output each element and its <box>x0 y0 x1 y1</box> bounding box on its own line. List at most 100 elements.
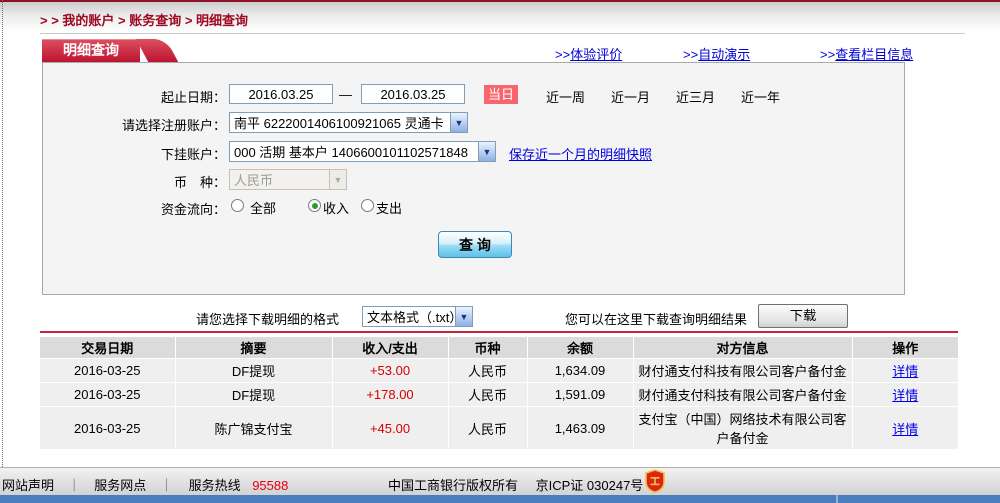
cell-counterparty: 支付宝（中国）网络技术有限公司客户备付金 <box>633 407 852 450</box>
tab-detail-query[interactable]: 明细查询 <box>42 39 140 62</box>
sub-account-value: 000 活期 基本户 1406600101102571848 <box>230 142 478 161</box>
footer-copyright: 中国工商银行版权所有 <box>388 478 518 493</box>
chevron-down-icon: ▼ <box>329 170 346 189</box>
cell-counterparty: 财付通支付科技有限公司客户备付金 <box>633 383 852 407</box>
radio-flow-income-label[interactable]: 收入 <box>323 198 349 217</box>
cell-date: 2016-03-25 <box>40 407 175 450</box>
registered-account-value: 南平 6222001406100921065 灵通卡 <box>230 113 450 132</box>
download-format-value: 文本格式（.txt） <box>363 307 455 326</box>
cell-currency: 人民币 <box>448 383 527 407</box>
detail-link[interactable]: 详情 <box>892 364 918 379</box>
header-balance: 余额 <box>527 337 633 359</box>
sub-account-select[interactable]: 000 活期 基本户 1406600101102571848 ▼ <box>229 141 496 162</box>
transactions-table: 交易日期 摘要 收入/支出 币种 余额 对方信息 操作 2016-03-25 D… <box>40 337 958 450</box>
header-date: 交易日期 <box>40 337 175 359</box>
currency-label: 币 种： <box>61 172 226 191</box>
download-button[interactable]: 下载 <box>758 304 848 328</box>
header-counterparty: 对方信息 <box>633 337 852 359</box>
link-prefix: >> <box>555 47 570 62</box>
footer-separator: ｜ <box>160 478 173 493</box>
cell-amount: +178.00 <box>332 383 448 407</box>
quick-range-today-selected[interactable]: 当日 <box>484 85 518 104</box>
table-row: 2016-03-25 DF提现 +53.00 人民币 1,634.09 财付通支… <box>40 359 958 383</box>
header-summary: 摘要 <box>175 337 332 359</box>
query-button[interactable]: 查 询 <box>438 231 512 258</box>
cell-balance: 1,463.09 <box>527 407 633 450</box>
download-format-select[interactable]: 文本格式（.txt） ▼ <box>362 306 473 327</box>
tab-label: 明细查询 <box>63 42 119 58</box>
cell-amount: +53.00 <box>332 359 448 383</box>
cell-currency: 人民币 <box>448 407 527 450</box>
link-auto-demo[interactable]: >>自动演示 <box>683 44 750 63</box>
footer-service-outlets-link[interactable]: 服务网点 <box>94 478 146 493</box>
query-form-panel: 起止日期： — 当日 近一周 近一月 近三月 近一年 请选择注册账户： 南平 6… <box>42 62 905 295</box>
cell-action: 详情 <box>852 407 958 450</box>
footer-hotline-label: 服务热线 <box>189 478 241 493</box>
registered-account-label: 请选择注册账户： <box>61 115 226 134</box>
table-row: 2016-03-25 DF提现 +178.00 人民币 1,591.09 财付通… <box>40 383 958 407</box>
radio-flow-expense-label[interactable]: 支出 <box>376 198 402 217</box>
radio-flow-all[interactable] <box>231 199 244 212</box>
radio-flow-income-checked[interactable] <box>308 199 321 212</box>
cell-balance: 1,591.09 <box>527 383 633 407</box>
link-label: 查看栏目信息 <box>835 47 913 62</box>
footer-hotline-number: 95588 <box>252 478 288 493</box>
date-separator: — <box>339 87 352 102</box>
footer-left-links: 网站声明 ｜ 服务网点 ｜ 服务热线 95588 <box>2 475 288 494</box>
link-label: 自动演示 <box>698 47 750 62</box>
footer-icp-number: 京ICP证 030247号 <box>536 478 644 493</box>
download-hint: 您可以在这里下载查询明细结果 <box>565 309 747 328</box>
registered-account-select[interactable]: 南平 6222001406100921065 灵通卡 ▼ <box>229 112 468 133</box>
detail-link[interactable]: 详情 <box>892 388 918 403</box>
link-label: 体验评价 <box>570 47 622 62</box>
footer: 网站声明 ｜ 服务网点 ｜ 服务热线 95588 中国工商银行版权所有 京ICP… <box>0 467 1000 495</box>
tab-tail-shape <box>136 39 178 62</box>
chevron-down-icon: ▼ <box>450 113 467 132</box>
header-amount: 收入/支出 <box>332 337 448 359</box>
breadcrumb[interactable]: > > 我的账户 > 账务查询 > 明细查询 <box>40 10 248 29</box>
footer-separator: ｜ <box>68 478 81 493</box>
currency-value: 人民币 <box>230 170 329 189</box>
date-to-input[interactable] <box>361 84 465 104</box>
breadcrumb-divider <box>40 33 965 34</box>
cell-summary: 陈广锦支付宝 <box>175 407 332 450</box>
sub-account-label: 下挂账户： <box>61 144 226 163</box>
cell-summary: DF提现 <box>175 359 332 383</box>
cell-counterparty: 财付通支付科技有限公司客户备付金 <box>633 359 852 383</box>
bottom-bar-divider <box>836 495 838 503</box>
cell-action: 详情 <box>852 383 958 407</box>
quick-range-week[interactable]: 近一周 <box>546 87 585 106</box>
date-range-label: 起止日期： <box>61 87 226 106</box>
footer-site-statement-link[interactable]: 网站声明 <box>2 478 54 493</box>
chevron-down-icon: ▼ <box>455 307 472 326</box>
quick-range-quarter[interactable]: 近三月 <box>676 87 715 106</box>
chevron-down-icon: ▼ <box>478 142 495 161</box>
cell-amount: +45.00 <box>332 407 448 450</box>
save-monthly-snapshot-link[interactable]: 保存近一个月的明细快照 <box>509 144 652 163</box>
link-prefix: >> <box>683 47 698 62</box>
cell-summary: DF提现 <box>175 383 332 407</box>
link-prefix: >> <box>820 47 835 62</box>
date-from-input[interactable] <box>229 84 333 104</box>
fund-flow-label: 资金流向： <box>61 199 226 218</box>
quick-range-year[interactable]: 近一年 <box>741 87 780 106</box>
table-top-red-rule <box>40 331 958 333</box>
cell-currency: 人民币 <box>448 359 527 383</box>
cell-date: 2016-03-25 <box>40 383 175 407</box>
footer-copyright-area: 中国工商银行版权所有 京ICP证 030247号 <box>388 475 643 494</box>
bottom-blue-bar <box>0 495 1000 503</box>
icbc-seal-icon <box>645 469 665 496</box>
header-currency: 币种 <box>448 337 527 359</box>
link-view-column-info[interactable]: >>查看栏目信息 <box>820 44 913 63</box>
table-header-row: 交易日期 摘要 收入/支出 币种 余额 对方信息 操作 <box>40 337 958 359</box>
detail-link[interactable]: 详情 <box>892 422 918 437</box>
cell-balance: 1,634.09 <box>527 359 633 383</box>
download-format-label: 请您选择下载明细的格式 <box>196 309 339 328</box>
radio-flow-expense[interactable] <box>361 199 374 212</box>
cell-action: 详情 <box>852 359 958 383</box>
quick-range-month[interactable]: 近一月 <box>611 87 650 106</box>
currency-select-disabled: 人民币 ▼ <box>229 169 347 190</box>
link-experience-evaluation[interactable]: >>体验评价 <box>555 44 622 63</box>
cell-date: 2016-03-25 <box>40 359 175 383</box>
radio-flow-all-label[interactable]: 全部 <box>250 198 276 217</box>
